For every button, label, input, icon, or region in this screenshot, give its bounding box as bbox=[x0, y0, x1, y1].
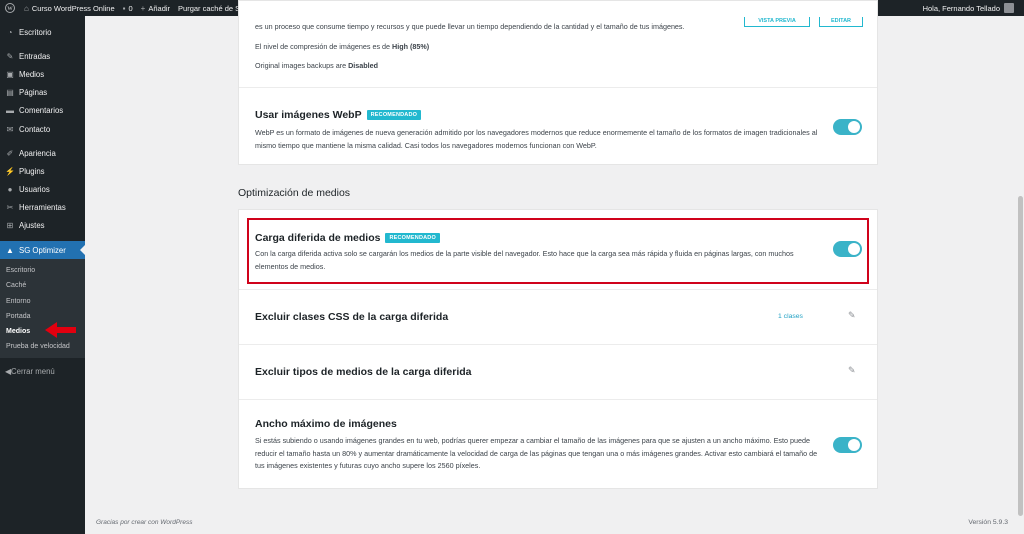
sidebar-item-medios[interactable]: ▣ Medios bbox=[0, 65, 85, 83]
exclude-types-row: Excluir tipos de medios de la carga dife… bbox=[239, 345, 877, 400]
webp-toggle[interactable] bbox=[833, 119, 862, 135]
sidebar-item-apariencia[interactable]: ✐ Apariencia bbox=[0, 144, 85, 162]
sidebar-item-plugins[interactable]: ⚡ Plugins bbox=[0, 162, 85, 180]
sidebar-item-ajustes[interactable]: ⊞ Ajustes bbox=[0, 217, 85, 235]
admin-sidebar: ◔ Escritorio ✎ Entradas ▣ Medios ▤ Páginas ▬… bbox=[0, 16, 85, 534]
user-account-link[interactable]: Hola, Fernando Tellado bbox=[919, 0, 1018, 16]
svg-text:W: W bbox=[7, 6, 13, 12]
sidebar-item-escritorio[interactable]: ◔ Escritorio bbox=[0, 23, 85, 41]
pages-icon: ▤ bbox=[6, 88, 14, 98]
plus-icon: + bbox=[140, 3, 146, 13]
webp-row: Usar imágenes WebP RECOMENDADO WebP es u… bbox=[239, 88, 877, 165]
exclude-css-row: Excluir clases CSS de la carga diferida … bbox=[239, 290, 877, 345]
sidebar-item-sg-optimizer[interactable]: ▲ SG Optimizer bbox=[0, 241, 85, 260]
wrench-icon: ✂ bbox=[6, 203, 14, 213]
media-icon: ▣ bbox=[6, 69, 14, 79]
max-width-row: Ancho máximo de imágenes Si estás subien… bbox=[239, 400, 877, 488]
red-arrow-annotation bbox=[45, 322, 76, 338]
sidebar-item-usuarios[interactable]: ● Usuarios bbox=[0, 181, 85, 199]
mail-icon: ✉ bbox=[6, 124, 14, 134]
image-optimization-card: es un proceso que consume tiempo y recur… bbox=[238, 0, 878, 165]
sg-optimizer-icon: ▲ bbox=[6, 245, 14, 255]
home-icon: ⌂ bbox=[24, 3, 29, 13]
sidebar-item-comentarios[interactable]: ▬ Comentarios bbox=[0, 102, 85, 120]
comments-link[interactable]: ▪ 0 bbox=[119, 0, 137, 16]
sidebar-item-contacto[interactable]: ✉ Contacto bbox=[0, 120, 85, 138]
webp-description: WebP es un formato de imágenes de nueva … bbox=[255, 128, 818, 150]
max-width-toggle[interactable] bbox=[833, 437, 862, 453]
submenu-item-escritorio[interactable]: Escritorio bbox=[0, 263, 85, 278]
highlight-annotation bbox=[247, 218, 869, 284]
exclude-css-title: Excluir clases CSS de la carga diferida bbox=[255, 311, 449, 323]
collapse-menu-button[interactable]: ◀ Cerrar menú bbox=[0, 362, 85, 380]
site-name-link[interactable]: ⌂ Curso WordPress Online bbox=[20, 0, 119, 16]
submenu-item-entorno[interactable]: Entorno bbox=[0, 294, 85, 309]
footer-version: Versión 5.9.3 bbox=[968, 519, 1008, 526]
css-classes-count-link[interactable]: 1 clases bbox=[778, 313, 803, 320]
scrollbar-thumb[interactable] bbox=[1018, 196, 1023, 516]
wordpress-logo-icon[interactable]: W bbox=[0, 0, 20, 16]
compression-description: es un proceso que consume tiempo y recur… bbox=[255, 22, 685, 31]
edit-pencil-icon[interactable]: ✎ bbox=[848, 365, 856, 376]
edit-button[interactable]: EDITAR bbox=[819, 17, 863, 27]
brush-icon: ✐ bbox=[6, 148, 14, 158]
avatar bbox=[1004, 3, 1014, 13]
comment-icon: ▪ bbox=[122, 3, 126, 13]
settings-icon: ⊞ bbox=[6, 221, 14, 231]
submenu-item-cache[interactable]: Caché bbox=[0, 278, 85, 293]
footer-thanks: Gracias por crear con WordPress bbox=[96, 519, 193, 526]
sidebar-item-entradas[interactable]: ✎ Entradas bbox=[0, 47, 85, 65]
dashboard-icon: ◔ bbox=[7, 27, 13, 37]
compression-row: es un proceso que consume tiempo y recur… bbox=[239, 1, 877, 88]
webp-title: Usar imágenes WebP RECOMENDADO bbox=[255, 109, 422, 121]
users-icon: ● bbox=[7, 185, 13, 195]
sg-optimizer-submenu: Escritorio Caché Entorno Portada Medios … bbox=[0, 259, 85, 359]
add-new-link[interactable]: + Añadir bbox=[137, 0, 174, 16]
recommended-badge: RECOMENDADO bbox=[366, 110, 422, 120]
preview-button[interactable]: VISTA PREVIA bbox=[744, 17, 810, 27]
pin-icon: ✎ bbox=[6, 51, 14, 61]
compression-level: El nivel de compresión de imágenes es de… bbox=[255, 42, 430, 51]
section-title: Optimización de medios bbox=[238, 187, 351, 199]
backup-status: Original images backups are Disabled bbox=[255, 61, 379, 70]
scrollbar[interactable] bbox=[1016, 16, 1024, 534]
sidebar-item-herramientas[interactable]: ✂ Herramientas bbox=[0, 199, 85, 217]
comment-icon: ▬ bbox=[6, 106, 14, 116]
sidebar-item-paginas[interactable]: ▤ Páginas bbox=[0, 84, 85, 102]
exclude-types-title: Excluir tipos de medios de la carga dife… bbox=[255, 366, 472, 378]
edit-pencil-icon[interactable]: ✎ bbox=[848, 310, 856, 321]
plugin-icon: ⚡ bbox=[5, 166, 15, 176]
max-width-description: Si estás subiendo o usando imágenes gran… bbox=[255, 436, 818, 470]
max-width-title: Ancho máximo de imágenes bbox=[255, 418, 397, 430]
submenu-item-prueba-velocidad[interactable]: Prueba de velocidad bbox=[0, 339, 85, 354]
